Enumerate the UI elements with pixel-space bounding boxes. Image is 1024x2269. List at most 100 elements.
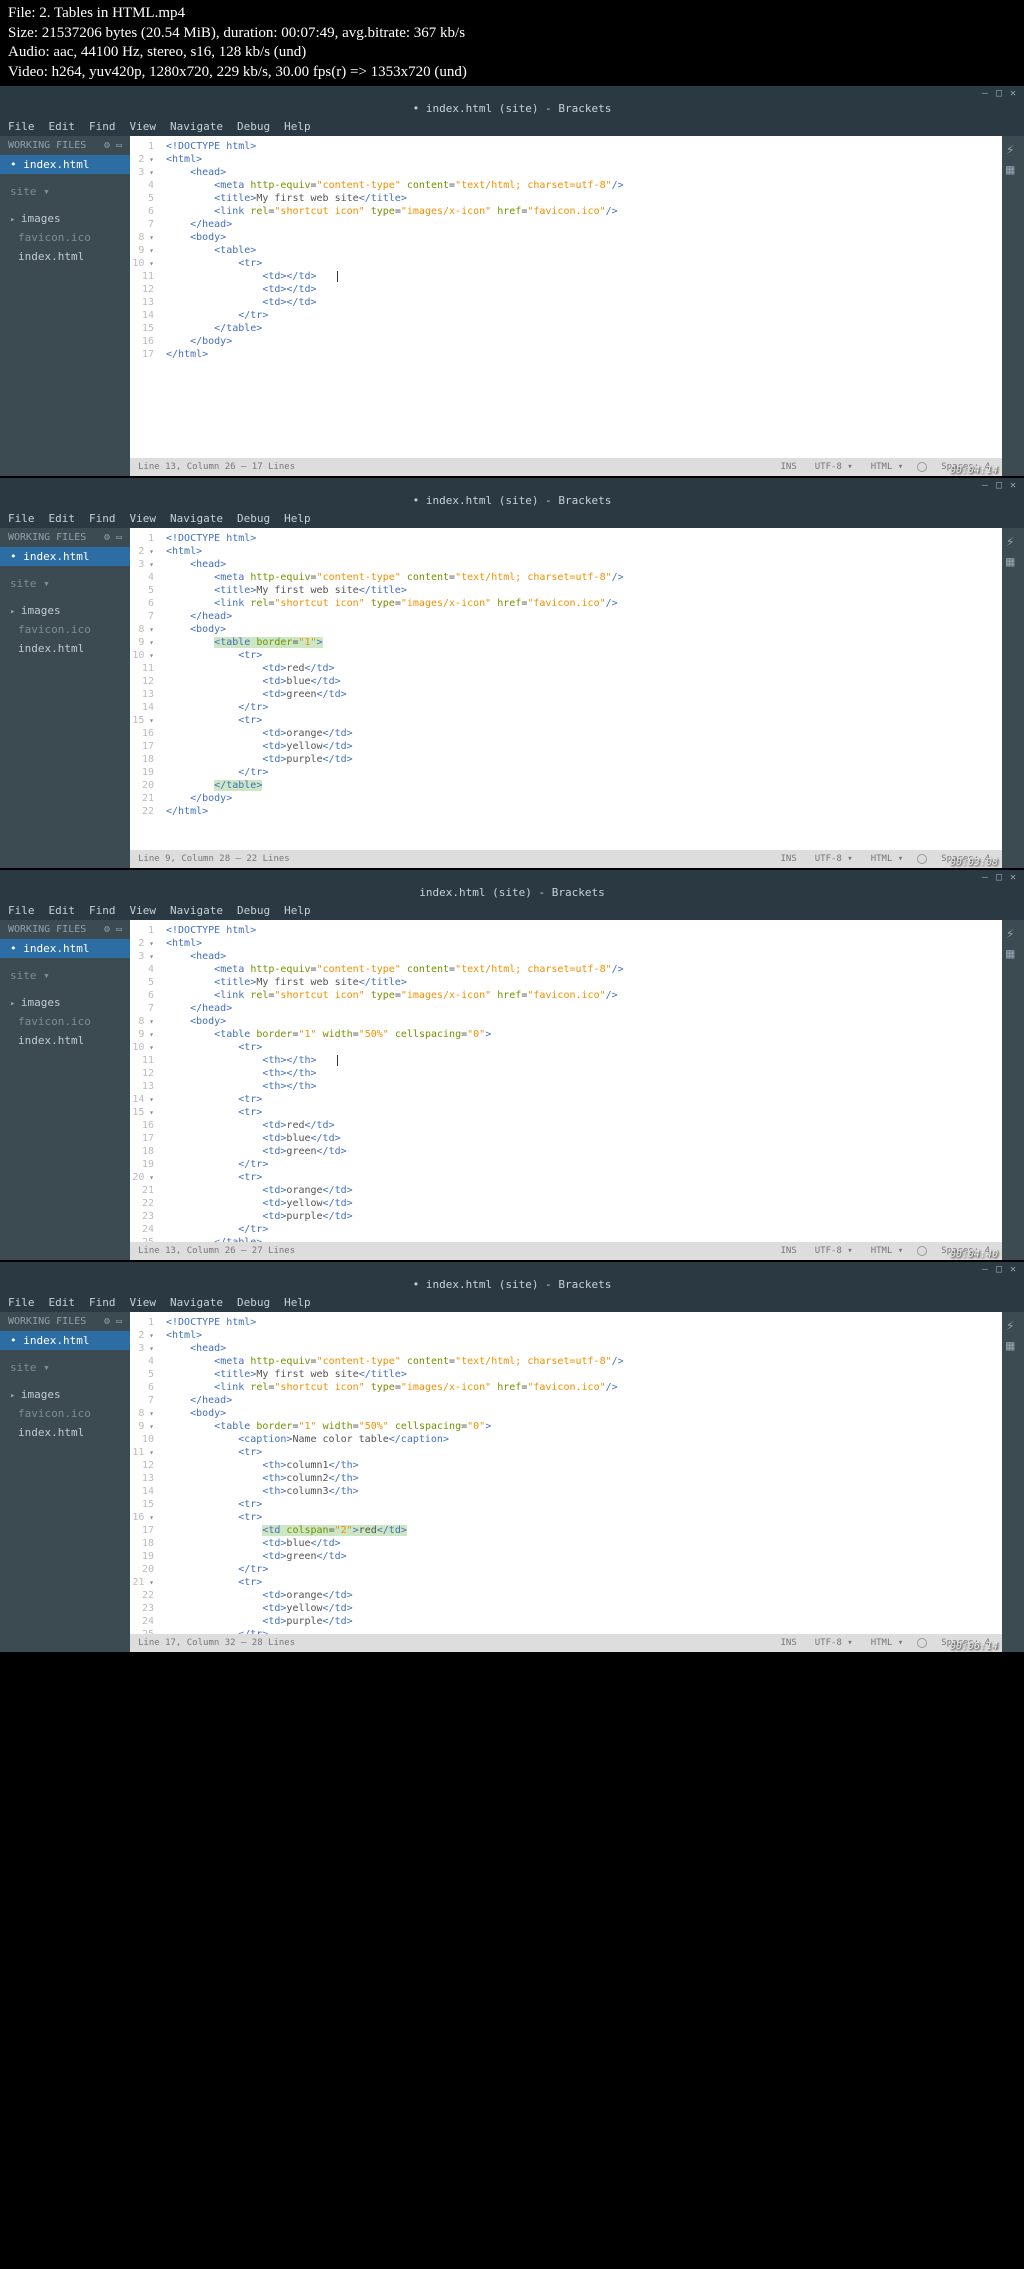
status-language[interactable]: HTML ▾ — [867, 853, 908, 865]
line-number-gutter: 1234567891011121314151617 — [130, 136, 160, 458]
active-file-label: index.html — [23, 942, 89, 955]
code-editor[interactable]: <!DOCTYPE html> <html> <head> <meta http… — [160, 528, 630, 850]
minimize-button[interactable]: — — [982, 872, 988, 883]
sidebar-item-index[interactable]: index.html — [0, 247, 130, 266]
split-icon[interactable]: ▭ — [116, 140, 122, 151]
line-number-gutter: 12345678910111213141516171819202122 — [130, 528, 160, 850]
menu-help[interactable]: Help — [284, 904, 311, 917]
split-icon[interactable]: ▭ — [116, 532, 122, 543]
menu-find[interactable]: Find — [89, 904, 116, 917]
code-editor[interactable]: <!DOCTYPE html> <html> <head> <meta http… — [160, 1312, 630, 1634]
menu-navigate[interactable]: Navigate — [170, 1296, 223, 1309]
sidebar-item-index[interactable]: index.html — [0, 639, 130, 658]
live-preview-icon[interactable]: ⚡ — [1006, 534, 1020, 548]
close-button[interactable]: ✕ — [1010, 872, 1016, 883]
menu-file[interactable]: File — [8, 512, 35, 525]
status-error-icon[interactable] — [917, 854, 927, 864]
status-language[interactable]: HTML ▾ — [867, 461, 908, 473]
menu-find[interactable]: Find — [89, 512, 116, 525]
split-icon[interactable]: ▭ — [116, 1316, 122, 1327]
code-editor[interactable]: <!DOCTYPE html> <html> <head> <meta http… — [160, 920, 630, 1242]
extension-manager-icon[interactable]: ▦ — [1006, 162, 1020, 176]
gear-icon[interactable]: ⚙ — [104, 140, 110, 151]
status-error-icon[interactable] — [917, 462, 927, 472]
menu-debug[interactable]: Debug — [237, 904, 270, 917]
live-preview-icon[interactable]: ⚡ — [1006, 142, 1020, 156]
sidebar-site-root[interactable]: site ▾ — [0, 1358, 130, 1377]
menu-view[interactable]: View — [130, 1296, 157, 1309]
sidebar-item-index[interactable]: index.html — [0, 1423, 130, 1442]
status-ins[interactable]: INS — [777, 1637, 801, 1649]
status-encoding[interactable]: UTF-8 ▾ — [811, 1637, 857, 1649]
menu-debug[interactable]: Debug — [237, 1296, 270, 1309]
live-preview-icon[interactable]: ⚡ — [1006, 1318, 1020, 1332]
maximize-button[interactable]: □ — [996, 88, 1002, 99]
menu-help[interactable]: Help — [284, 120, 311, 133]
menu-edit[interactable]: Edit — [49, 512, 76, 525]
sidebar-item-active-file[interactable]: • index.html — [0, 155, 130, 174]
sidebar-item-active-file[interactable]: • index.html — [0, 547, 130, 566]
extension-manager-icon[interactable]: ▦ — [1006, 1338, 1020, 1352]
gear-icon[interactable]: ⚙ — [104, 924, 110, 935]
status-error-icon[interactable] — [917, 1246, 927, 1256]
close-button[interactable]: ✕ — [1010, 1264, 1016, 1275]
sidebar-item-images[interactable]: images — [0, 1385, 130, 1404]
status-cursor-position: Line 17, Column 32 — 28 Lines — [138, 1638, 295, 1648]
maximize-button[interactable]: □ — [996, 1264, 1002, 1275]
status-language[interactable]: HTML ▾ — [867, 1637, 908, 1649]
menu-file[interactable]: File — [8, 120, 35, 133]
status-ins[interactable]: INS — [777, 461, 801, 473]
close-button[interactable]: ✕ — [1010, 88, 1016, 99]
menu-edit[interactable]: Edit — [49, 904, 76, 917]
menu-view[interactable]: View — [130, 512, 157, 525]
minimize-button[interactable]: — — [982, 480, 988, 491]
split-icon[interactable]: ▭ — [116, 924, 122, 935]
menu-debug[interactable]: Debug — [237, 120, 270, 133]
menu-file[interactable]: File — [8, 904, 35, 917]
menu-edit[interactable]: Edit — [49, 1296, 76, 1309]
menu-file[interactable]: File — [8, 1296, 35, 1309]
gear-icon[interactable]: ⚙ — [104, 1316, 110, 1327]
sidebar-item-active-file[interactable]: • index.html — [0, 1331, 130, 1350]
sidebar-item-index[interactable]: index.html — [0, 1031, 130, 1050]
status-encoding[interactable]: UTF-8 ▾ — [811, 853, 857, 865]
sidebar-item-active-file[interactable]: • index.html — [0, 939, 130, 958]
sidebar-site-root[interactable]: site ▾ — [0, 966, 130, 985]
live-preview-icon[interactable]: ⚡ — [1006, 926, 1020, 940]
maximize-button[interactable]: □ — [996, 872, 1002, 883]
minimize-button[interactable]: — — [982, 1264, 988, 1275]
menu-view[interactable]: View — [130, 120, 157, 133]
sidebar-item-images[interactable]: images — [0, 209, 130, 228]
menu-find[interactable]: Find — [89, 1296, 116, 1309]
extension-manager-icon[interactable]: ▦ — [1006, 946, 1020, 960]
maximize-button[interactable]: □ — [996, 480, 1002, 491]
status-encoding[interactable]: UTF-8 ▾ — [811, 461, 857, 473]
gear-icon[interactable]: ⚙ — [104, 532, 110, 543]
status-encoding[interactable]: UTF-8 ▾ — [811, 1245, 857, 1257]
sidebar-item-images[interactable]: images — [0, 993, 130, 1012]
menu-help[interactable]: Help — [284, 1296, 311, 1309]
status-error-icon[interactable] — [917, 1638, 927, 1648]
sidebar-item-favicon[interactable]: favicon.ico — [0, 228, 130, 247]
sidebar-site-root[interactable]: site ▾ — [0, 182, 130, 201]
sidebar-item-favicon[interactable]: favicon.ico — [0, 1404, 130, 1423]
status-ins[interactable]: INS — [777, 1245, 801, 1257]
code-editor[interactable]: <!DOCTYPE html> <html> <head> <meta http… — [160, 136, 630, 458]
menu-debug[interactable]: Debug — [237, 512, 270, 525]
sidebar-item-favicon[interactable]: favicon.ico — [0, 1012, 130, 1031]
menu-help[interactable]: Help — [284, 512, 311, 525]
status-language[interactable]: HTML ▾ — [867, 1245, 908, 1257]
sidebar-site-root[interactable]: site ▾ — [0, 574, 130, 593]
menu-navigate[interactable]: Navigate — [170, 120, 223, 133]
minimize-button[interactable]: — — [982, 88, 988, 99]
sidebar-item-favicon[interactable]: favicon.ico — [0, 620, 130, 639]
menu-find[interactable]: Find — [89, 120, 116, 133]
menu-navigate[interactable]: Navigate — [170, 904, 223, 917]
close-button[interactable]: ✕ — [1010, 480, 1016, 491]
sidebar-item-images[interactable]: images — [0, 601, 130, 620]
status-ins[interactable]: INS — [777, 853, 801, 865]
menu-navigate[interactable]: Navigate — [170, 512, 223, 525]
menu-view[interactable]: View — [130, 904, 157, 917]
menu-edit[interactable]: Edit — [49, 120, 76, 133]
extension-manager-icon[interactable]: ▦ — [1006, 554, 1020, 568]
